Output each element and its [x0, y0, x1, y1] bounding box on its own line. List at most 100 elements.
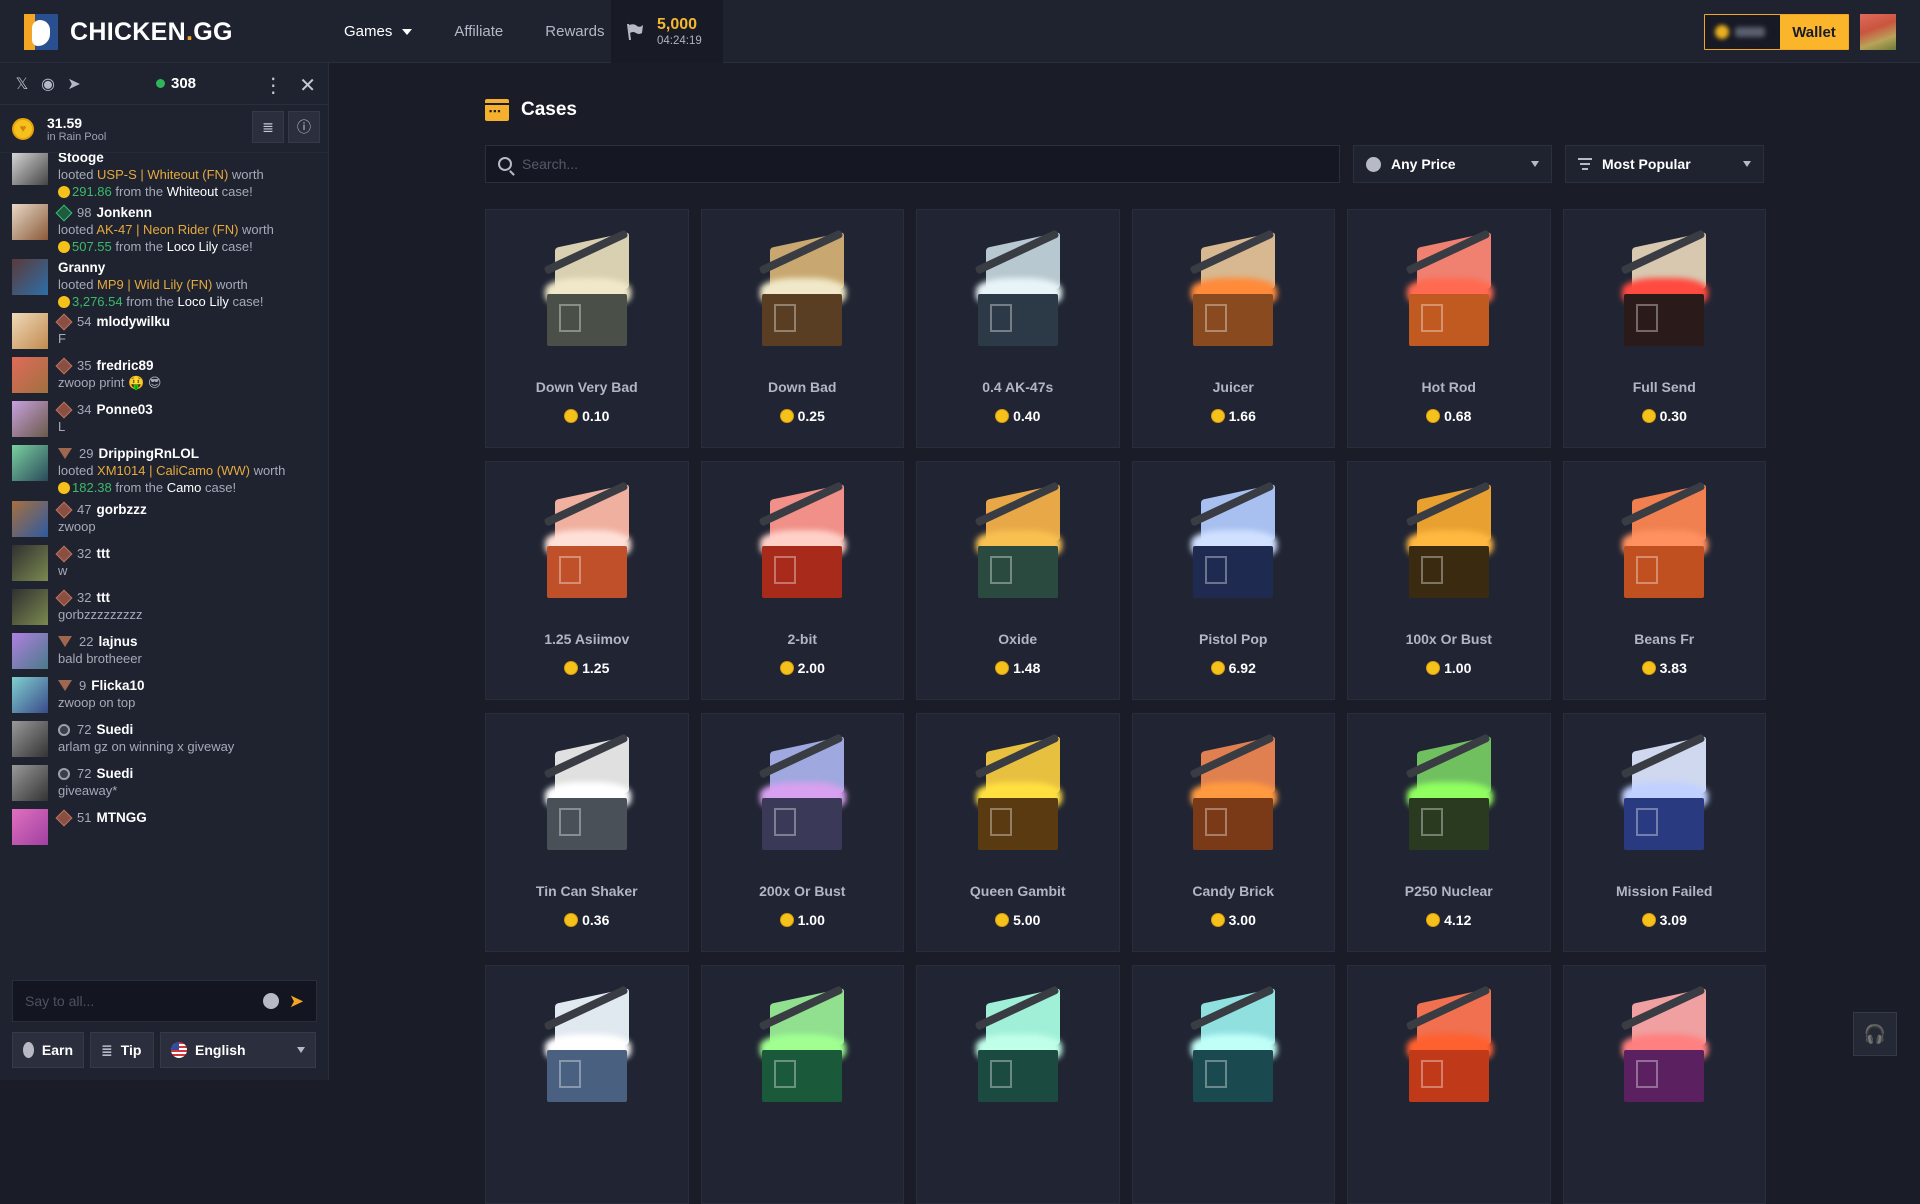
case-card[interactable] [916, 965, 1120, 1204]
case-price: 1.66 [1133, 408, 1335, 424]
user-avatar[interactable] [1860, 14, 1896, 50]
user-level: 54 [77, 314, 92, 329]
search-input[interactable] [522, 156, 1327, 172]
send-icon[interactable]: ➤ [289, 991, 304, 1012]
user-avatar[interactable] [12, 809, 48, 845]
case-card[interactable]: Down Bad 0.25 [700, 209, 904, 448]
username[interactable]: Stooge [58, 153, 104, 166]
user-avatar[interactable] [12, 501, 48, 537]
case-image [527, 985, 647, 1108]
username[interactable]: mlodywilku [96, 313, 170, 330]
support-button[interactable]: 🎧 [1853, 1012, 1897, 1056]
user-avatar[interactable] [12, 401, 48, 437]
case-card[interactable] [485, 965, 689, 1204]
case-name: 1.25 Asiimov [544, 631, 630, 647]
earn-icon [23, 1042, 34, 1058]
username[interactable]: DrippingRnLOL [98, 445, 198, 462]
language-select[interactable]: English [160, 1032, 316, 1068]
coin-icon [58, 241, 70, 253]
user-avatar[interactable] [12, 204, 48, 240]
username[interactable]: Ponne03 [96, 401, 152, 418]
username[interactable]: ttt [96, 589, 110, 606]
user-avatar[interactable] [12, 445, 48, 481]
case-card[interactable]: Beans Fr 3.83 [1562, 461, 1766, 700]
rank-badge-icon [58, 680, 72, 691]
rain-tip-button[interactable]: ≣ [252, 111, 284, 143]
x-icon[interactable]: 𝕏 [14, 74, 30, 94]
rain-info-button[interactable]: ⓘ [288, 111, 320, 143]
coins-stack-icon: ≣ [262, 118, 274, 135]
user-avatar[interactable] [12, 633, 48, 669]
user-level: 47 [77, 502, 92, 517]
sort-dropdown[interactable]: Most Popular [1565, 145, 1764, 183]
message-text: zwoop on top [58, 695, 136, 710]
case-card[interactable]: 200x Or Bust 1.00 [700, 713, 904, 952]
case-name: Mission Failed [1616, 883, 1713, 899]
case-card[interactable]: Mission Failed 3.09 [1562, 713, 1766, 952]
username[interactable]: Granny [58, 259, 105, 276]
user-avatar[interactable] [12, 313, 48, 349]
user-avatar[interactable] [12, 357, 48, 393]
case-card[interactable] [1562, 965, 1766, 1204]
case-card[interactable]: Down Very Bad 0.10 [485, 209, 689, 448]
username[interactable]: Suedi [96, 765, 133, 782]
close-icon[interactable]: ✕ [299, 73, 316, 98]
user-avatar[interactable] [12, 589, 48, 625]
coins-stack-icon: ≣ [101, 1041, 113, 1058]
case-card[interactable]: 100x Or Bust 1.00 [1347, 461, 1551, 700]
case-card[interactable] [700, 965, 904, 1204]
nav-games[interactable]: Games [344, 23, 432, 40]
case-name: Tin Can Shaker [535, 883, 638, 899]
case-name: Queen Gambit [969, 883, 1066, 899]
case-image [958, 985, 1078, 1108]
tip-button[interactable]: ≣ Tip [90, 1032, 154, 1068]
rain-pool: ♥ 31.59 in Rain Pool ≣ ⓘ [0, 105, 328, 153]
wallet-widget[interactable]: Wallet [1704, 14, 1849, 50]
case-card[interactable]: Hot Rod 0.68 [1347, 209, 1551, 448]
emoji-icon[interactable] [262, 993, 279, 1009]
case-card[interactable]: Pistol Pop 6.92 [1131, 461, 1335, 700]
username[interactable]: Flicka10 [91, 677, 144, 694]
user-avatar[interactable] [12, 677, 48, 713]
case-card[interactable]: Candy Brick 3.00 [1131, 713, 1335, 952]
case-card[interactable]: P250 Nuclear 4.12 [1347, 713, 1551, 952]
telegram-icon[interactable]: ➤ [66, 74, 82, 94]
price-filter-dropdown[interactable]: Any Price [1353, 145, 1552, 183]
user-avatar[interactable] [12, 721, 48, 757]
case-card[interactable] [1347, 965, 1551, 1204]
username[interactable]: fredric89 [96, 357, 153, 374]
username[interactable]: gorbzzz [96, 501, 146, 518]
earn-button[interactable]: Earn [12, 1032, 84, 1068]
race-widget[interactable]: 5,000 04:24:19 [611, 0, 723, 63]
rank-badge-icon [55, 313, 73, 330]
chat-input[interactable] [25, 993, 263, 1009]
user-level: 32 [77, 590, 92, 605]
user-avatar[interactable] [12, 545, 48, 581]
rank-badge-icon [58, 767, 70, 780]
case-card[interactable]: 0.4 AK-47s 0.40 [916, 209, 1120, 448]
username[interactable]: lajnus [98, 633, 137, 650]
case-card[interactable]: Oxide 1.48 [916, 461, 1120, 700]
user-avatar[interactable] [12, 259, 48, 295]
case-card[interactable]: Queen Gambit 5.00 [916, 713, 1120, 952]
discord-icon[interactable]: ◉ [40, 74, 56, 94]
case-card[interactable]: 1.25 Asiimov 1.25 [485, 461, 689, 700]
logo[interactable]: CHICKEN.GG [24, 14, 233, 50]
chat-messages[interactable]: Stooge looted USP-S | Whiteout (FN) worth… [0, 153, 328, 975]
case-card[interactable]: 2-bit 2.00 [700, 461, 904, 700]
username[interactable]: Jonkenn [96, 204, 152, 221]
more-options-icon[interactable]: ⋮ [263, 73, 283, 98]
case-card[interactable]: Juicer 1.66 [1131, 209, 1335, 448]
case-card[interactable] [1131, 965, 1335, 1204]
case-card[interactable]: Tin Can Shaker 0.36 [485, 713, 689, 952]
case-card[interactable]: Full Send 0.30 [1562, 209, 1766, 448]
username[interactable]: Suedi [96, 721, 133, 738]
user-avatar[interactable] [12, 153, 48, 185]
user-avatar[interactable] [12, 765, 48, 801]
loot-line: looted MP9 | Wild Lily (FN) worth [58, 277, 248, 292]
wallet-button[interactable]: Wallet [1780, 15, 1848, 49]
nav-affiliate[interactable]: Affiliate [454, 23, 523, 40]
username[interactable]: MTNGG [96, 809, 146, 826]
chat-message: 32 ttt w [12, 545, 322, 581]
username[interactable]: ttt [96, 545, 110, 562]
